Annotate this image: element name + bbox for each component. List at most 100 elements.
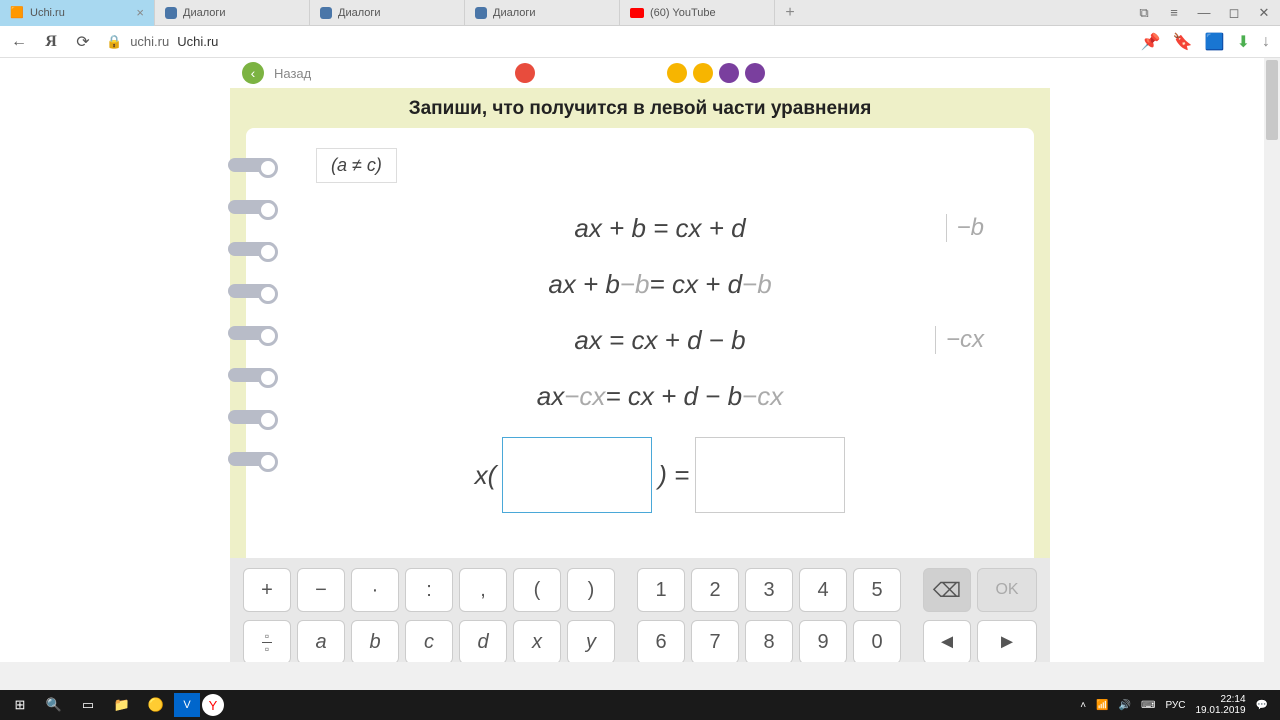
volume-icon[interactable]: 🔊 xyxy=(1119,700,1131,711)
panel-icon[interactable]: ⧉ xyxy=(1130,1,1158,25)
uchi-favicon: 🟧 xyxy=(10,6,24,20)
menu-icon[interactable]: ≡ xyxy=(1160,1,1188,25)
extension-icon[interactable]: 🟦 xyxy=(1205,32,1225,52)
key-3[interactable]: 3 xyxy=(745,568,793,612)
explorer-icon[interactable]: 📁 xyxy=(106,691,138,719)
browser-tabbar: 🟧 Uchi.ru × Диалоги Диалоги Диалоги (60)… xyxy=(0,0,1280,26)
equation-line-4: ax−cx = cx + d − b−cx xyxy=(316,375,1004,417)
key-0[interactable]: 0 xyxy=(853,620,901,662)
vk-favicon xyxy=(165,7,177,19)
key-comma[interactable]: , xyxy=(459,568,507,612)
key-c[interactable]: c xyxy=(405,620,453,662)
language-indicator[interactable]: РУС xyxy=(1165,700,1185,711)
equation-line-3: ax = cx + d − b −cx xyxy=(316,319,1004,361)
tab-dialogs-2[interactable]: Диалоги xyxy=(310,0,465,26)
key-1[interactable]: 1 xyxy=(637,568,685,612)
key-ok[interactable]: OK xyxy=(977,568,1037,612)
answer-row: x( ) = xyxy=(316,437,1004,513)
notifications-icon[interactable]: 💬 xyxy=(1256,700,1268,711)
page-content: ‹ Назад Запиши, что получится в левой ча… xyxy=(0,58,1280,662)
key-fraction[interactable]: ▫▫ xyxy=(243,620,291,662)
close-icon[interactable]: × xyxy=(136,5,144,20)
notebook: (a ≠ c) ax + b = cx + d −b ax + b−b = cx… xyxy=(246,128,1034,558)
tab-dialogs-1[interactable]: Диалоги xyxy=(155,0,310,26)
key-minus[interactable]: − xyxy=(297,568,345,612)
key-rparen[interactable]: ) xyxy=(567,568,615,612)
vk-favicon xyxy=(320,7,332,19)
answer-input-left[interactable] xyxy=(502,437,652,513)
back-label: Назад xyxy=(274,66,311,81)
tab-uchi[interactable]: 🟧 Uchi.ru × xyxy=(0,0,155,26)
key-right[interactable]: ► xyxy=(977,620,1037,662)
progress-dot xyxy=(719,63,739,83)
url-title: Uchi.ru xyxy=(177,34,218,49)
back-button[interactable]: ← xyxy=(10,33,28,51)
taskview-icon[interactable]: ▭ xyxy=(72,691,104,719)
url-host: uchi.ru xyxy=(130,34,169,49)
key-dot[interactable]: · xyxy=(351,568,399,612)
task-panel: Запиши, что получится в левой части урав… xyxy=(230,88,1050,558)
key-4[interactable]: 4 xyxy=(799,568,847,612)
side-operation: −cx xyxy=(935,326,984,354)
progress-dot xyxy=(667,63,687,83)
start-button[interactable]: ⊞ xyxy=(4,691,36,719)
key-a[interactable]: a xyxy=(297,620,345,662)
scrollbar[interactable] xyxy=(1264,58,1280,662)
network-icon[interactable]: 📶 xyxy=(1096,700,1108,711)
downloads-icon[interactable]: ↓ xyxy=(1262,33,1270,51)
key-5[interactable]: 5 xyxy=(853,568,901,612)
spiral-binding xyxy=(228,158,276,466)
side-operation: −b xyxy=(946,214,984,242)
tab-youtube[interactable]: (60) YouTube xyxy=(620,0,775,26)
tab-label: Диалоги xyxy=(493,7,536,19)
tab-label: (60) YouTube xyxy=(650,7,716,19)
download-icon[interactable]: ⬇ xyxy=(1237,32,1250,52)
key-plus[interactable]: + xyxy=(243,568,291,612)
key-7[interactable]: 7 xyxy=(691,620,739,662)
key-y[interactable]: y xyxy=(567,620,615,662)
tray-chevron-icon[interactable]: ˄ xyxy=(1080,700,1086,711)
clock[interactable]: 22:14 19.01.2019 xyxy=(1195,694,1245,716)
lock-icon: 🔒 xyxy=(106,34,122,50)
app-header: ‹ Назад xyxy=(230,58,1050,88)
tab-dialogs-3[interactable]: Диалоги xyxy=(465,0,620,26)
tab-label: Uchi.ru xyxy=(30,7,65,19)
key-colon[interactable]: : xyxy=(405,568,453,612)
answer-input-right[interactable] xyxy=(695,437,845,513)
yandex-icon[interactable]: Y xyxy=(202,694,224,716)
close-button[interactable]: ✕ xyxy=(1250,1,1278,25)
key-x[interactable]: x xyxy=(513,620,561,662)
progress-indicator xyxy=(515,63,765,83)
keyboard-icon[interactable]: ⌨ xyxy=(1141,700,1155,711)
key-2[interactable]: 2 xyxy=(691,568,739,612)
condition-box: (a ≠ c) xyxy=(316,148,397,183)
app-icon[interactable]: V xyxy=(174,693,200,717)
pin-icon[interactable]: 📌 xyxy=(1141,32,1161,52)
key-8[interactable]: 8 xyxy=(745,620,793,662)
tab-label: Диалоги xyxy=(338,7,381,19)
minimize-button[interactable]: — xyxy=(1190,1,1218,25)
reload-button[interactable]: ⟳ xyxy=(74,33,92,51)
equation-line-2: ax + b−b = cx + d−b xyxy=(316,263,1004,305)
maximize-button[interactable]: ◻ xyxy=(1220,1,1248,25)
key-backspace[interactable]: ⌫ xyxy=(923,568,971,612)
progress-dot xyxy=(693,63,713,83)
key-lparen[interactable]: ( xyxy=(513,568,561,612)
key-9[interactable]: 9 xyxy=(799,620,847,662)
new-tab-button[interactable]: + xyxy=(775,4,805,22)
app-back-button[interactable]: ‹ xyxy=(242,62,264,84)
key-d[interactable]: d xyxy=(459,620,507,662)
key-b[interactable]: b xyxy=(351,620,399,662)
app-icon[interactable]: 🟡 xyxy=(140,691,172,719)
task-title: Запиши, что получится в левой части урав… xyxy=(230,98,1050,128)
search-icon[interactable]: 🔍 xyxy=(38,691,70,719)
progress-dot xyxy=(515,63,535,83)
yandex-button[interactable]: Я xyxy=(42,33,60,51)
youtube-favicon xyxy=(630,8,644,18)
progress-dot xyxy=(745,63,765,83)
bookmark-icon[interactable]: 🔖 xyxy=(1173,32,1193,52)
url-display[interactable]: 🔒 uchi.ru Uchi.ru xyxy=(106,34,218,50)
uchi-app: ‹ Назад Запиши, что получится в левой ча… xyxy=(230,58,1050,662)
key-6[interactable]: 6 xyxy=(637,620,685,662)
key-left[interactable]: ◄ xyxy=(923,620,971,662)
